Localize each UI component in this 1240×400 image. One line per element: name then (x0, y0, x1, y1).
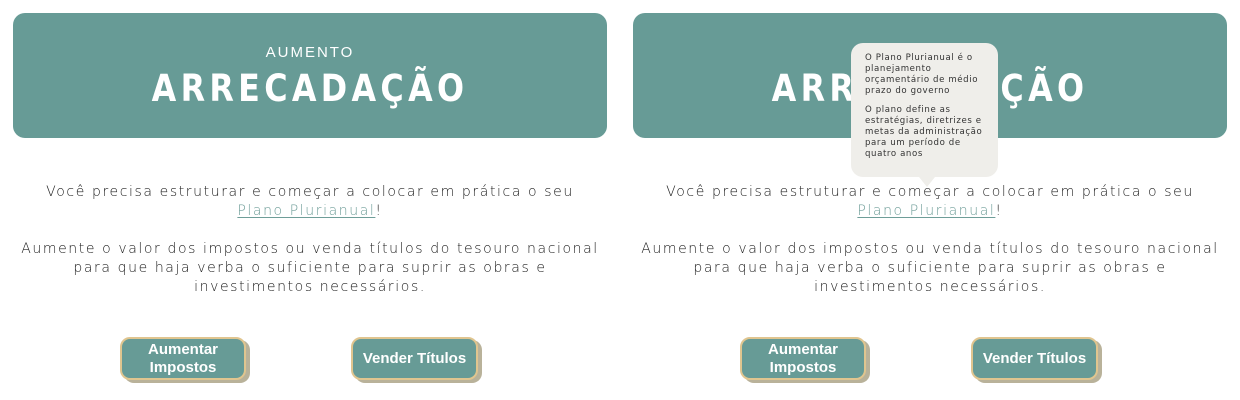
plano-plurianual-link[interactable]: Plano Plurianual (857, 203, 995, 219)
plano-plurianual-link[interactable]: Plano Plurianual (237, 203, 375, 219)
raise-taxes-button[interactable]: Aumentar Impostos (740, 337, 866, 380)
header-title: ARRECADAÇÃO (151, 67, 469, 110)
intro-text: Você precisa estruturar e começar a colo… (46, 184, 574, 200)
tooltip-details: O plano define as estratégias, diretrize… (865, 105, 983, 159)
sell-bonds-button[interactable]: Vender Títulos (971, 337, 1098, 380)
intro-paragraph: Você precisa estruturar e começar a colo… (13, 183, 607, 221)
instructions-paragraph: Aumente o valor dos impostos ou venda tí… (641, 241, 1219, 295)
instructions-paragraph: Aumente o valor dos impostos ou venda tí… (21, 241, 599, 295)
intro-exclamation: ! (995, 203, 1003, 219)
screen-with-tooltip: AUMENTO ARRECADAÇÃO Você precisa estrutu… (620, 0, 1240, 400)
sell-bonds-label: Vender Títulos (362, 349, 467, 367)
sell-bonds-label: Vender Títulos (982, 349, 1087, 367)
raise-taxes-button[interactable]: Aumentar Impostos (120, 337, 246, 380)
raise-taxes-label: Aumentar Impostos (147, 340, 218, 376)
sell-bonds-button[interactable]: Vender Títulos (351, 337, 478, 380)
plano-plurianual-tooltip: O Plano Plurianual é o planejamento orça… (851, 43, 998, 187)
tooltip-definition: O Plano Plurianual é o planejamento orça… (865, 53, 979, 96)
raise-taxes-label: Aumentar Impostos (767, 340, 838, 376)
tooltip-arrow (919, 177, 935, 187)
intro-paragraph: Você precisa estruturar e começar a colo… (633, 183, 1227, 221)
header-banner: AUMENTO ARRECADAÇÃO (13, 13, 607, 138)
intro-exclamation: ! (375, 203, 383, 219)
screen-default: AUMENTO ARRECADAÇÃO Você precisa estrutu… (0, 0, 620, 400)
header-subtitle: AUMENTO (265, 44, 355, 61)
